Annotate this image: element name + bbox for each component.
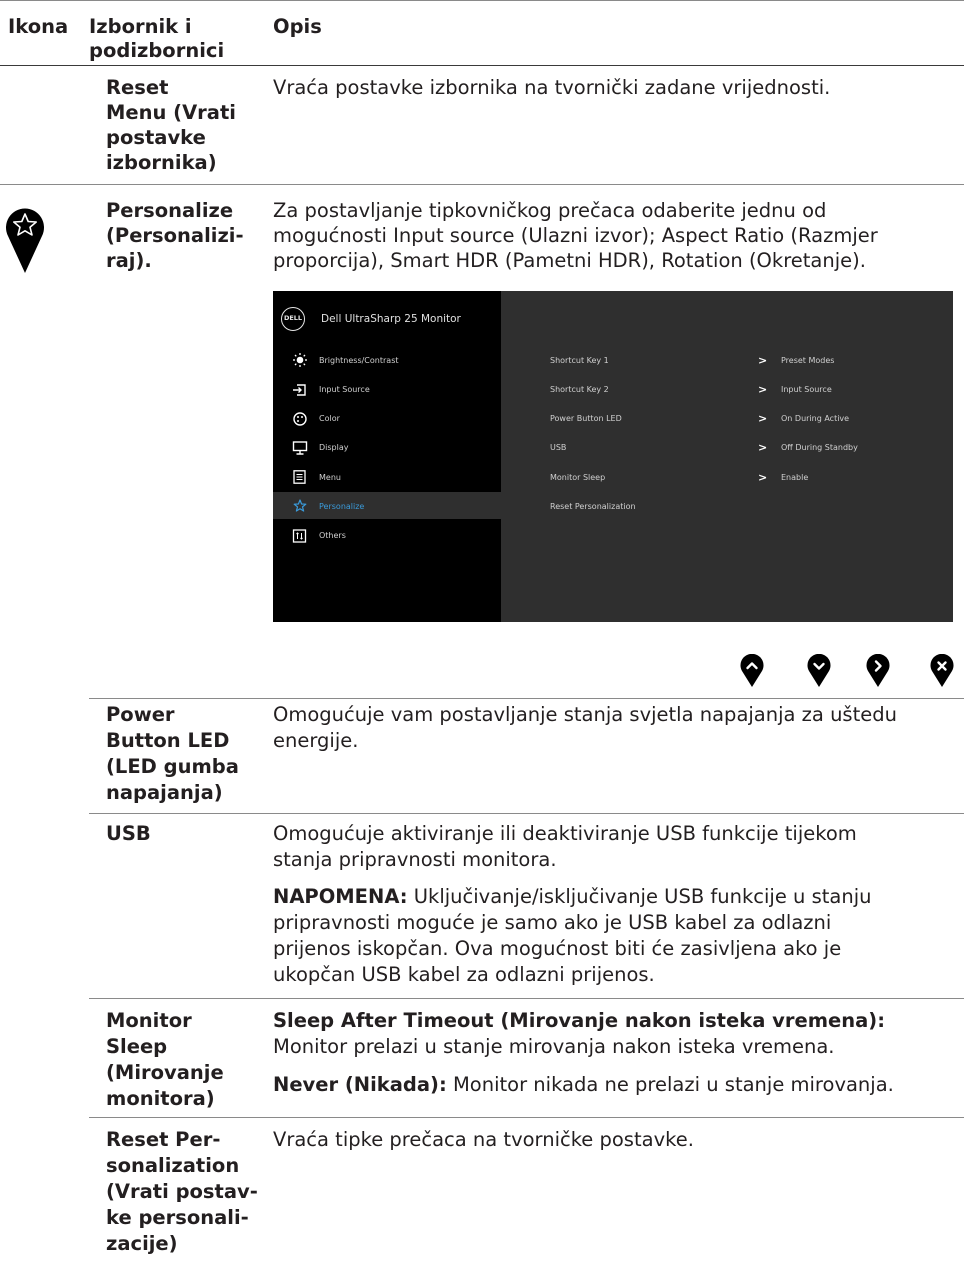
osd-screenshot: DELL Dell UltraSharp 25 Monitor Brightne… [273, 291, 953, 622]
header-description-column: Opis [273, 15, 322, 38]
row-description: Za postavljanje tipkovničkog prečaca oda… [273, 199, 827, 222]
osd-setting-label[interactable]: Monitor Sleep [550, 473, 605, 483]
manual-page: Ikona Izbornik i podizbornici Opis Reset… [0, 0, 964, 1272]
osd-setting-label[interactable]: Shortcut Key 1 [550, 356, 609, 366]
header-rule [0, 65, 964, 66]
row-name: (Mirovanje [106, 1061, 224, 1084]
osd-menu-item[interactable]: Color [319, 414, 340, 424]
row-description: energije. [273, 729, 359, 752]
row-name: postavke [106, 126, 206, 149]
sleep-option-label: Never (Nikada): [273, 1073, 447, 1096]
sleep-option-text: Monitor nikada ne prelazi u stanje mirov… [446, 1073, 894, 1096]
row-name: napajanja) [106, 781, 223, 804]
usb-note-line: pripravnosti moguće je samo ako je USB k… [273, 911, 832, 934]
palette-icon [293, 412, 307, 426]
up-button-icon [740, 654, 764, 687]
row-name: (LED gumba [106, 755, 239, 778]
sleep-option-label: Sleep After Timeout (Mirovanje nakon ist… [273, 1009, 885, 1032]
close-button-icon [930, 654, 954, 687]
osd-menu-item-selected[interactable]: Personalize [319, 502, 364, 512]
row-rule [0, 184, 964, 185]
star-icon [293, 499, 307, 512]
osd-setting-value: Preset Modes [781, 356, 835, 365]
chevron-right-icon: > [758, 383, 768, 396]
sleep-option-text: Monitor prelazi u stanje mirovanja nakon… [273, 1035, 835, 1058]
dell-logo: DELL [281, 307, 305, 331]
osd-setting-value: Input Source [781, 385, 832, 394]
osd-settings-panel [501, 291, 953, 622]
osd-menu-item[interactable]: Brightness/Contrast [319, 356, 399, 366]
header-menu-column-line2: podizbornici [89, 39, 225, 62]
osd-setting-value: Enable [781, 473, 809, 482]
row-description: Omogućuje vam postavljanje stanja svjetl… [273, 703, 897, 726]
osd-setting-value: Off During Standby [781, 443, 858, 452]
osd-setting-label[interactable]: Reset Personalization [550, 502, 636, 512]
row-description: stanja pripravnosti monitora. [273, 848, 557, 871]
right-button-icon [866, 654, 890, 687]
down-button-icon [807, 654, 831, 687]
others-icon [292, 529, 307, 543]
sleep-option-line: Never (Nikada): Monitor nikada ne prelaz… [273, 1073, 894, 1097]
usb-note-line: prijenos iskopčan. Ova mogućnost biti će… [273, 937, 842, 960]
star-icon [6, 208, 44, 273]
row-name: zacije) [106, 1232, 178, 1255]
osd-menu-item[interactable]: Menu [319, 473, 341, 483]
row-rule [89, 698, 964, 699]
osd-setting-label[interactable]: USB [550, 443, 566, 453]
osd-setting-value: On During Active [781, 414, 850, 423]
table-top-rule [0, 0, 964, 1]
row-name: raj). [106, 249, 152, 272]
osd-menu-item[interactable]: Input Source [319, 385, 370, 395]
row-name: Monitor [106, 1009, 192, 1032]
row-name: Button LED [106, 729, 230, 752]
usb-note-line: ukopčan USB kabel za odlazni prijenos. [273, 963, 655, 986]
row-name: sonalization [106, 1154, 240, 1177]
row-name: ke personali- [106, 1206, 249, 1229]
osd-menu-item[interactable]: Display [319, 443, 349, 453]
header-icon-column: Ikona [8, 15, 69, 38]
row-rule [89, 1117, 964, 1118]
osd-title: Dell UltraSharp 25 Monitor [321, 313, 461, 325]
note-label: NAPOMENA: [273, 885, 408, 908]
display-icon [292, 441, 308, 455]
row-name: monitora) [106, 1087, 215, 1110]
sun-icon [293, 353, 307, 367]
menu-icon [293, 470, 306, 484]
row-description: mogućnosti Input source (Ulazni izvor); … [273, 224, 878, 247]
chevron-right-icon: > [758, 441, 768, 454]
row-name: (Personalizi- [106, 224, 244, 247]
usb-note-line: NAPOMENA: Uključivanje/isključivanje USB… [273, 885, 872, 909]
row-name: Power [106, 703, 175, 726]
row-name: (Vrati postav- [106, 1180, 258, 1203]
osd-setting-label[interactable]: Shortcut Key 2 [550, 385, 609, 395]
row-description: Vraća tipke prečaca na tvorničke postavk… [273, 1128, 694, 1151]
row-description: Omogućuje aktiviranje ili deaktiviranje … [273, 822, 857, 845]
row-name: USB [106, 822, 151, 845]
chevron-right-icon: > [758, 412, 768, 425]
input-icon [293, 384, 306, 396]
row-name: Reset Per- [106, 1128, 221, 1151]
row-description: proporcija), Smart HDR (Pametni HDR), Ro… [273, 249, 866, 272]
row-name: Reset [106, 76, 169, 99]
note-text: Uključivanje/isključivanje USB funkcije … [407, 885, 872, 908]
row-name: Personalize [106, 199, 234, 222]
row-name: Menu (Vrati [106, 101, 236, 124]
header-menu-column-line1: Izbornik i [89, 15, 192, 38]
osd-menu-item[interactable]: Others [319, 531, 346, 541]
row-name: izbornika) [106, 151, 217, 174]
row-rule [89, 813, 964, 814]
chevron-right-icon: > [758, 471, 768, 484]
row-description: Vraća postavke izbornika na tvornički za… [273, 76, 831, 99]
osd-setting-label[interactable]: Power Button LED [550, 414, 622, 424]
row-rule [89, 998, 964, 999]
chevron-right-icon: > [758, 354, 768, 367]
row-name: Sleep [106, 1035, 168, 1058]
